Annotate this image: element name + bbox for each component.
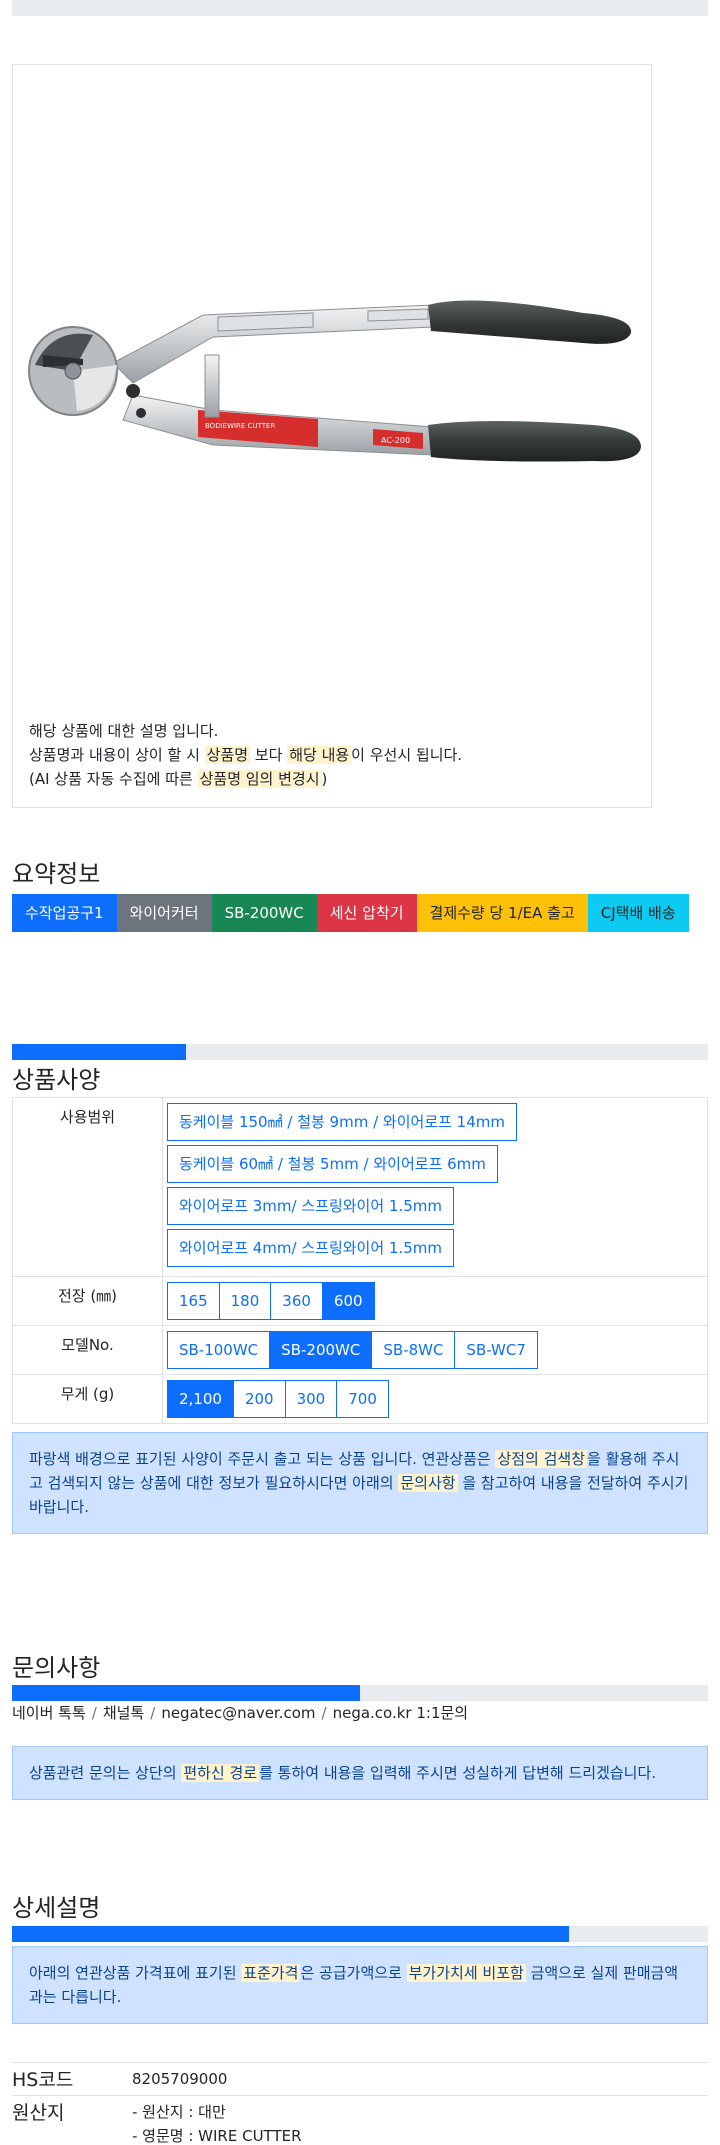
spec-label-length: 전장 (㎜) — [12, 1276, 163, 1326]
hs-code-label: HS코드 — [12, 2069, 74, 2091]
spec-row-length: 전장 (㎜) 165 180 360 600 — [12, 1276, 708, 1326]
note-line-1: 해당 상품에 대한 설명 입니다. — [29, 722, 219, 740]
note-text: 상품명과 내용이 상이 할 시 — [29, 746, 205, 764]
badge-quantity: 결제수량 당 1/EA 출고 — [416, 894, 588, 932]
spec-row-weight: 무게 (g) 2,100 200 300 700 — [12, 1374, 708, 1424]
notice-highlight: 표준가격 — [241, 1964, 301, 1982]
inquiry-notice: 상품관련 문의는 상단의 편하신 경로 를 통하여 내용을 입력해 주시면 성실하… — [12, 1746, 708, 1800]
badge-model: SB-200WC — [211, 894, 317, 932]
notice-text: 를 통하여 내용을 입력해 주시면 성실하게 답변해 드리겠습니다. — [259, 1764, 657, 1782]
summary-badges: 수작업공구1 와이어커터 SB-200WC 세신 압착기 결제수량 당 1/EA… — [12, 894, 708, 932]
spec-progress — [12, 1044, 708, 1060]
hs-code-value: 8205709000 — [132, 2070, 228, 2088]
note-highlight: 상품명 임의 변경시 — [197, 770, 322, 788]
spec-row-usage: 사용범위 동케이블 150㎟ / 철봉 9mm / 와이어로프 14mm 동케이… — [12, 1097, 708, 1277]
length-option[interactable]: 600 — [321, 1282, 375, 1320]
notice-highlight: 문의사항 — [398, 1474, 458, 1492]
weight-option[interactable]: 2,100 — [167, 1380, 234, 1418]
spec-table: 사용범위 동케이블 150㎟ / 철봉 9mm / 와이어로프 14mm 동케이… — [12, 1097, 708, 1424]
model-option[interactable]: SB-8WC — [371, 1331, 456, 1369]
channel-email[interactable]: negatec@naver.com — [161, 1704, 315, 1722]
detail-progress — [12, 1926, 708, 1942]
notice-highlight: 편하신 경로 — [181, 1764, 260, 1782]
badge-type: 와이어커터 — [116, 894, 212, 932]
note-text: 이 우선시 됩니다. — [351, 746, 463, 764]
notice-text: 은 공급가액으로 — [300, 1964, 407, 1982]
weight-option[interactable]: 700 — [336, 1380, 389, 1418]
tool-model-tag: AC-200 — [381, 436, 410, 445]
origin-label: 원산지 — [12, 2102, 65, 2124]
note-line-2: 상품명과 내용이 상이 할 시 상품명 보다 해당 내용 이 우선시 됩니다. — [29, 743, 462, 767]
top-progress-bar — [12, 0, 708, 16]
usage-option[interactable]: 동케이블 150㎟ / 철봉 9mm / 와이어로프 14mm — [167, 1103, 517, 1141]
channel-website[interactable]: nega.co.kr 1:1문의 — [333, 1704, 469, 1722]
spec-row-model: 모델No. SB-100WC SB-200WC SB-8WC SB-WC7 — [12, 1325, 708, 1375]
tool-label-text: BODIEWIRE CUTTER — [205, 422, 275, 430]
spec-label-usage: 사용범위 — [12, 1097, 163, 1277]
product-image: BODIEWIRE CUTTER AC-200 — [28, 300, 641, 462]
origin-country: - 원산지 : 대만 — [132, 2103, 226, 2121]
notice-text: 상품관련 문의는 상단의 — [29, 1764, 182, 1782]
note-highlight: 상품명 — [204, 746, 251, 764]
divider: / — [321, 1704, 327, 1722]
inquiry-title: 문의사항 — [12, 1654, 101, 1682]
length-option[interactable]: 165 — [167, 1282, 220, 1320]
model-option[interactable]: SB-200WC — [269, 1331, 373, 1369]
origin-value: - 원산지 : 대만 - 영문명 : WIRE CUTTER — [132, 2100, 302, 2145]
notice-text: 아래의 연관상품 가격표에 표기된 — [29, 1964, 242, 1982]
note-highlight: 해당 내용 — [287, 746, 352, 764]
note-line-3: (AI 상품 자동 수집에 따른 상품명 임의 변경시) — [29, 767, 462, 791]
spec-progress-fill — [12, 1044, 186, 1060]
model-option[interactable]: SB-WC7 — [454, 1331, 538, 1369]
spec-notice: 파랑색 배경으로 표기된 사양이 주문시 출고 되는 상품 입니다. 연관상품은… — [12, 1432, 708, 1534]
badge-category: 수작업공구1 — [12, 894, 117, 932]
weight-option[interactable]: 300 — [284, 1380, 338, 1418]
note-text: (AI 상품 자동 수집에 따른 — [29, 770, 198, 788]
notice-text: 파랑색 배경으로 표기된 사양이 주문시 출고 되는 상품 입니다. 연관상품은 — [29, 1450, 496, 1468]
detail-notice: 아래의 연관상품 가격표에 표기된 표준가격 은 공급가액으로 부가가치세 비포함… — [12, 1946, 708, 2024]
summary-title: 요약정보 — [12, 860, 101, 888]
product-image-note: 해당 상품에 대한 설명 입니다. 상품명과 내용이 상이 할 시 상품명 보다… — [29, 719, 462, 791]
notice-highlight: 부가가치세 비포함 — [406, 1964, 526, 1982]
weight-option[interactable]: 200 — [232, 1380, 286, 1418]
model-option[interactable]: SB-100WC — [167, 1331, 271, 1369]
spec-label-model: 모델No. — [12, 1325, 163, 1375]
divider: / — [91, 1704, 97, 1722]
divider: / — [150, 1704, 156, 1722]
detail-title: 상세설명 — [12, 1894, 101, 1922]
detail-progress-fill — [12, 1926, 569, 1942]
badge-shipping: CJ택배 배송 — [587, 894, 689, 932]
origin-row: 원산지 - 원산지 : 대만 - 영문명 : WIRE CUTTER — [12, 2095, 708, 2145]
product-image-box: BODIEWIRE CUTTER AC-200 해당 상품에 대한 설명 입니다… — [12, 64, 652, 808]
note-text: ) — [321, 770, 328, 788]
origin-english-name: - 영문명 : WIRE CUTTER — [132, 2127, 302, 2145]
length-option[interactable]: 360 — [270, 1282, 323, 1320]
notice-highlight: 상점의 검색창 — [495, 1450, 588, 1468]
note-text: 보다 — [250, 746, 288, 764]
usage-option[interactable]: 와이어로프 4mm/ 스프링와이어 1.5mm — [167, 1229, 455, 1267]
inquiry-progress-fill — [12, 1685, 360, 1701]
usage-option[interactable]: 동케이블 60㎟ / 철봉 5mm / 와이어로프 6mm — [167, 1145, 498, 1183]
inquiry-channels: 네이버 톡톡 / 채널톡 / negatec@naver.com / nega.co.kr … — [12, 1702, 468, 1723]
channel-channeltalk[interactable]: 채널톡 — [103, 1704, 144, 1722]
channel-naver-talk[interactable]: 네이버 톡톡 — [12, 1704, 86, 1722]
spec-label-weight: 무게 (g) — [12, 1374, 163, 1424]
hs-code-row: HS코드 8205709000 — [12, 2062, 708, 2095]
inquiry-progress — [12, 1685, 708, 1701]
spec-title: 상품사양 — [12, 1066, 101, 1094]
length-option[interactable]: 180 — [218, 1282, 272, 1320]
usage-option[interactable]: 와이어로프 3mm/ 스프링와이어 1.5mm — [167, 1187, 455, 1225]
badge-brand: 세신 압착기 — [316, 894, 417, 932]
